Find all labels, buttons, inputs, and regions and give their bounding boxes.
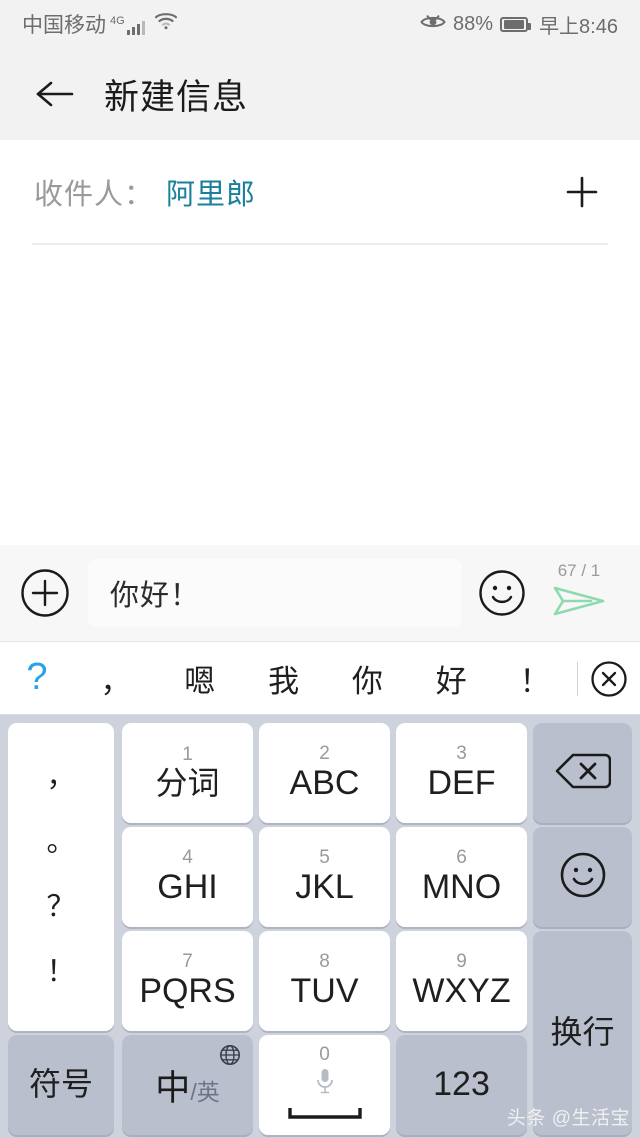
key-5-jkl[interactable]: 5 JKL xyxy=(259,827,390,927)
clock-label: 早上8:46 xyxy=(539,15,618,38)
keyboard-emoji-key[interactable] xyxy=(533,827,632,927)
key-1-fenci[interactable]: 1 分词 xyxy=(122,723,253,823)
status-bar-left: 中国移动 4G xyxy=(22,12,178,37)
close-circle-icon[interactable] xyxy=(578,659,640,699)
backspace-icon xyxy=(555,751,611,796)
key-number-label: 8 xyxy=(319,951,330,973)
candidate-item[interactable]: ， xyxy=(74,656,158,701)
symbol-key[interactable]: 符号 xyxy=(8,1035,114,1135)
key-number-label: 3 xyxy=(456,743,467,765)
ime-help-button[interactable]: ? xyxy=(0,658,74,700)
keyboard: ，。？！ 1 分词 2 ABC 3 DEF 4 GHI 5 JKL 6 MNO 7 PQRS 8 TUV 9 WXY… xyxy=(0,715,640,1138)
key-main-label: MNO xyxy=(421,868,502,907)
key-main-label: 分词 xyxy=(155,765,220,802)
key-9-wxyz[interactable]: 9 WXYZ xyxy=(396,931,527,1031)
symbol-key-label: 符号 xyxy=(28,1066,93,1103)
punctuation-mark: ？ xyxy=(46,891,76,923)
candidate-item[interactable]: ！ xyxy=(493,656,577,701)
punctuation-mark: ， xyxy=(46,761,76,793)
recipient-label: 收件人： xyxy=(34,179,155,211)
language-key-primary: 中 xyxy=(155,1068,191,1108)
enter-key-label: 换行 xyxy=(550,1014,615,1051)
key-number-label: 1 xyxy=(182,744,193,766)
key-4-ghi[interactable]: 4 GHI xyxy=(122,827,253,927)
candidate-item[interactable]: 好 xyxy=(409,656,493,701)
status-bar: 中国移动 4G 88% 早上8:46 xyxy=(0,0,640,48)
key-6-mno[interactable]: 6 MNO xyxy=(396,827,527,927)
network-type-label: 4G xyxy=(110,14,125,27)
page-title: 新建信息 xyxy=(104,77,249,117)
key-number-label: 7 xyxy=(182,951,193,973)
smiley-circle-icon[interactable] xyxy=(476,567,528,619)
candidate-item[interactable]: 我 xyxy=(242,656,326,701)
key-main-label: TUV xyxy=(290,972,359,1011)
wifi-icon xyxy=(154,12,178,35)
app-header: 新建信息 xyxy=(0,48,640,140)
key-number-label: 5 xyxy=(319,847,330,869)
key-number-label: 9 xyxy=(456,951,467,973)
signal-bars-icon xyxy=(126,20,146,35)
char-counter: 67 / 1 xyxy=(557,560,601,580)
battery-icon xyxy=(500,16,532,32)
key-main-label: GHI xyxy=(157,868,218,907)
key-main-label: JKL xyxy=(295,868,354,907)
key-3-def[interactable]: 3 DEF xyxy=(396,723,527,823)
language-switch-key[interactable]: 中/英 xyxy=(122,1035,253,1135)
language-key-secondary: /英 xyxy=(190,1078,220,1105)
numeric-key[interactable]: 123 xyxy=(396,1035,527,1135)
key-number-label: 4 xyxy=(182,847,193,869)
key-number-label: 2 xyxy=(319,743,330,765)
key-8-tuv[interactable]: 8 TUV xyxy=(259,931,390,1031)
space-key-number: 0 xyxy=(319,1044,330,1065)
candidate-list: ，嗯我你好！ xyxy=(74,656,577,701)
eye-comfort-icon xyxy=(420,13,446,36)
key-main-label: DEF xyxy=(427,764,496,803)
smiley-icon xyxy=(558,850,608,905)
message-input-value: 你好！ xyxy=(110,580,201,612)
plus-circle-icon[interactable] xyxy=(18,566,72,620)
add-recipient-button[interactable] xyxy=(558,168,606,216)
punctuation-mark: ！ xyxy=(46,956,76,988)
message-input-bar: 你好！ 67 / 1 xyxy=(0,545,640,642)
punctuation-mark: 。 xyxy=(46,826,76,858)
enter-newline-key[interactable]: 换行 xyxy=(533,931,632,1135)
battery-percent-label: 88% xyxy=(453,12,494,35)
backspace-key[interactable] xyxy=(533,723,632,823)
punctuation-key[interactable]: ， 。 ？ ！ xyxy=(8,723,114,1031)
key-7-pqrs[interactable]: 7 PQRS xyxy=(122,931,253,1031)
status-bar-right: 88% 早上8:46 xyxy=(420,10,618,39)
carrier-label: 中国移动 xyxy=(22,13,106,37)
key-main-label: ABC xyxy=(289,764,360,803)
key-main-label: PQRS xyxy=(139,972,236,1011)
key-number-label: 6 xyxy=(456,847,467,869)
message-input-field[interactable]: 你好！ xyxy=(88,559,462,627)
send-area[interactable]: 67 / 1 xyxy=(536,562,622,625)
phone-screen: 中国移动 4G 88% 早上8:46 新建信息 收件人： 阿里郎 你好！ 67 … xyxy=(0,0,640,1138)
key-main-label: WXYZ xyxy=(412,972,511,1011)
recipient-row[interactable]: 收件人： 阿里郎 xyxy=(0,140,640,244)
keyboard-grid: ，。？！ 1 分词 2 ABC 3 DEF 4 GHI 5 JKL 6 MNO 7 PQRS 8 TUV 9 WXY… xyxy=(4,720,636,1135)
numeric-key-label: 123 xyxy=(433,1065,490,1104)
space-bar-icon xyxy=(287,1106,363,1125)
candidate-item[interactable]: 嗯 xyxy=(158,656,242,701)
recipient-name[interactable]: 阿里郎 xyxy=(166,171,256,213)
globe-icon xyxy=(219,1044,241,1071)
message-compose-area[interactable] xyxy=(0,245,640,545)
candidate-item[interactable]: 你 xyxy=(325,656,409,701)
send-paper-plane-icon[interactable] xyxy=(551,582,607,625)
back-arrow-icon[interactable] xyxy=(34,73,76,115)
microphone-icon xyxy=(313,1067,337,1100)
candidate-bar: ? ，嗯我你好！ xyxy=(0,643,640,715)
key-2-abc[interactable]: 2 ABC xyxy=(259,723,390,823)
space-key[interactable]: 0 xyxy=(259,1035,390,1135)
